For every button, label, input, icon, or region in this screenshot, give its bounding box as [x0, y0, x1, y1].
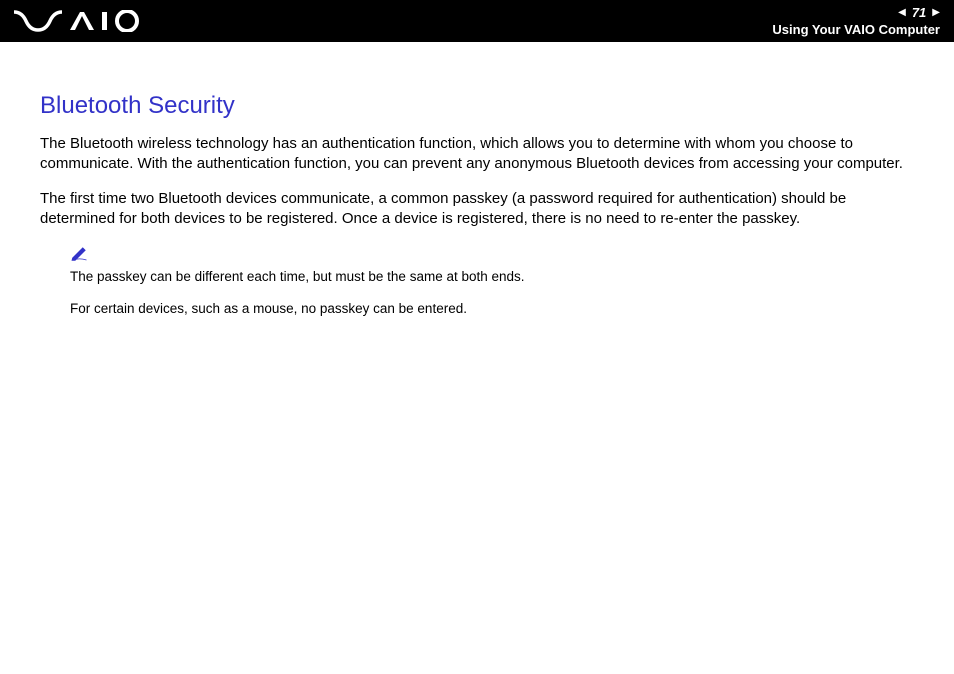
note-1: The passkey can be different each time, … — [70, 268, 914, 286]
page-nav: ◀ 71 ▶ — [898, 5, 940, 20]
vaio-logo-svg — [14, 10, 154, 32]
next-page-arrow-icon[interactable]: ▶ — [932, 7, 940, 18]
vaio-logo — [14, 10, 154, 32]
header-right: ◀ 71 ▶ Using Your VAIO Computer — [772, 5, 940, 37]
paragraph-2: The first time two Bluetooth devices com… — [40, 189, 914, 230]
note-2: For certain devices, such as a mouse, no… — [70, 300, 914, 318]
content-area: Bluetooth Security The Bluetooth wireles… — [0, 42, 954, 351]
paragraph-1: The Bluetooth wireless technology has an… — [40, 134, 914, 175]
notes-section: The passkey can be different each time, … — [40, 247, 914, 317]
header-bar: ◀ 71 ▶ Using Your VAIO Computer — [0, 0, 954, 42]
note-icon — [70, 247, 914, 266]
prev-page-arrow-icon[interactable]: ◀ — [898, 7, 906, 18]
header-title: Using Your VAIO Computer — [772, 22, 940, 37]
page-number: 71 — [912, 5, 926, 20]
section-title: Bluetooth Security — [40, 92, 914, 120]
